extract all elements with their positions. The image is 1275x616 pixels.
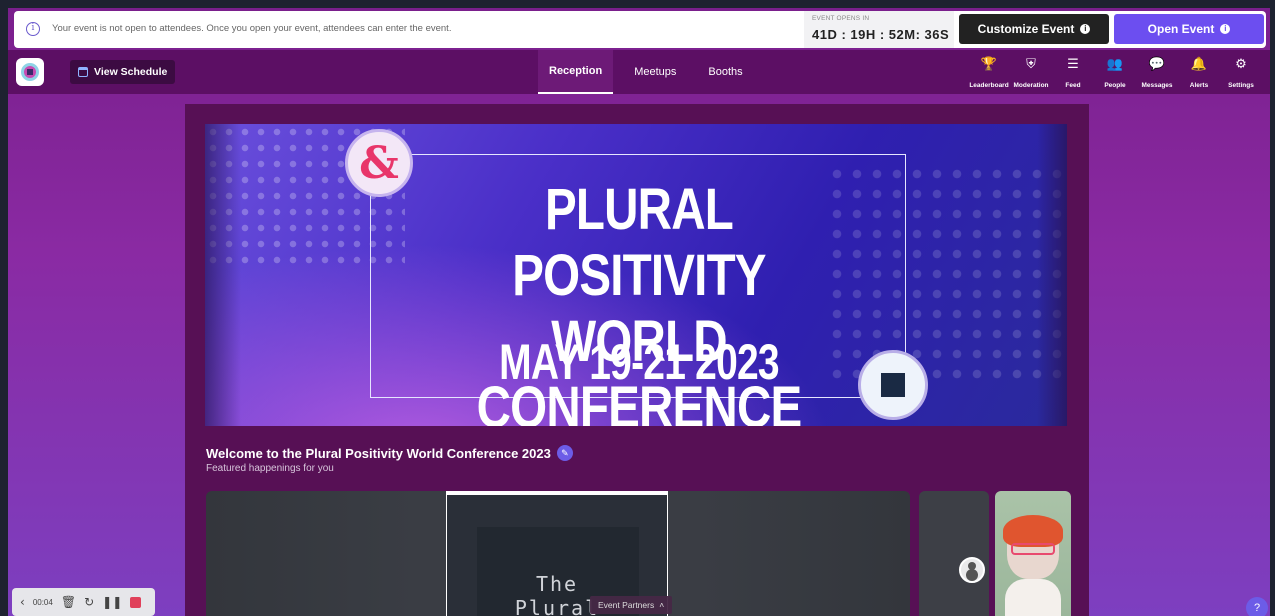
featured-video-main[interactable]: The Plural Event Partners ˄	[206, 491, 910, 616]
info-icon: i	[1220, 24, 1231, 34]
nav-leaderboard[interactable]: 🏆 Leaderboard	[968, 56, 1010, 89]
shield-icon: ⛨	[1026, 57, 1036, 72]
feed-icon: ☰	[1067, 57, 1079, 72]
help-icon[interactable]: ?	[1246, 597, 1268, 616]
banner-title-line1: PLURAL POSITIVITY	[512, 177, 766, 308]
edit-icon[interactable]: ✎	[556, 445, 573, 461]
customize-event-button[interactable]: Customize Event i	[959, 14, 1109, 44]
bell-icon: 🔔	[1190, 57, 1208, 72]
recording-toolbar: ‹ 00:04 🗑 ↻ ❚❚	[12, 588, 155, 616]
tab-booths[interactable]: Booths	[697, 50, 753, 94]
featured-video-tile[interactable]	[919, 491, 989, 616]
open-event-button[interactable]: Open Event i	[1114, 14, 1264, 44]
countdown-value: 41D : 19H : 52M: 36S	[812, 27, 950, 42]
welcome-title: Welcome to the Plural Positivity World C…	[206, 445, 551, 461]
restart-icon[interactable]: ↻	[84, 595, 94, 609]
app-frame: i Your event is not open to attendees. O…	[8, 8, 1270, 616]
nav-alerts-label: Alerts	[1189, 82, 1209, 89]
info-icon: i	[1080, 24, 1091, 34]
stop-icon[interactable]	[130, 596, 142, 608]
countdown-label: EVENT OPENS IN	[812, 15, 870, 22]
nav-people[interactable]: 👥 People	[1094, 56, 1136, 89]
event-partners-button[interactable]: Event Partners ˄	[590, 596, 673, 614]
banner-date: MAY 19-21 2023	[499, 334, 779, 390]
tab-reception[interactable]: Reception	[538, 50, 614, 94]
messages-icon: 💬	[1148, 57, 1166, 72]
nav-people-label: People	[1104, 82, 1126, 89]
trophy-icon: 🏆	[980, 57, 998, 72]
view-schedule-label: View Schedule	[94, 66, 168, 78]
event-countdown: EVENT OPENS IN 41D : 19H : 52M: 36S	[804, 11, 954, 48]
open-event-label: Open Event	[1147, 22, 1215, 36]
event-banner: PLURAL POSITIVITY WORLD CONFERENCE MAY 1…	[205, 124, 1067, 426]
plural-association-logo	[858, 350, 928, 420]
nav-alerts[interactable]: 🔔 Alerts	[1178, 56, 1220, 89]
reception-panel: PLURAL POSITIVITY WORLD CONFERENCE MAY 1…	[185, 104, 1089, 616]
nav-feed-label: Feed	[1065, 82, 1081, 89]
nav-feed[interactable]: ☰ Feed	[1052, 56, 1094, 89]
event-tabs: Reception Meetups Booths	[538, 50, 754, 94]
recording-time: 00:04	[32, 597, 53, 607]
app-logo[interactable]	[16, 58, 44, 86]
featured-video-tile[interactable]	[995, 491, 1071, 616]
avatar	[959, 557, 985, 583]
banner-frame: PLURAL POSITIVITY WORLD CONFERENCE MAY 1…	[370, 154, 906, 426]
nav-settings[interactable]: ⚙ Settings	[1220, 56, 1262, 89]
nav-messages-label: Messages	[1141, 82, 1173, 89]
nav-settings-label: Settings	[1228, 82, 1254, 89]
info-icon: i	[26, 22, 40, 36]
event-status-message: Your event is not open to attendees. Onc…	[52, 23, 452, 34]
view-schedule-button[interactable]: View Schedule	[70, 60, 176, 84]
gear-icon: ⚙	[1235, 57, 1247, 72]
customize-event-label: Customize Event	[977, 22, 1075, 36]
calendar-icon	[78, 67, 88, 77]
chevron-left-icon[interactable]: ‹	[20, 595, 25, 609]
nav-leaderboard-label: Leaderboard	[969, 82, 1009, 89]
nav-icon-bar: 🏆 Leaderboard ⛨ Moderation ☰ Feed 👥 Peop…	[968, 56, 1262, 89]
chevron-up-icon: ˄	[659, 600, 665, 610]
event-partners-label: Event Partners	[598, 600, 655, 610]
event-status-bar: i Your event is not open to attendees. O…	[14, 11, 1266, 48]
top-navigation: View Schedule Reception Meetups Booths 🏆…	[8, 50, 1270, 94]
plural-events-logo: &	[345, 129, 413, 197]
pause-icon[interactable]: ❚❚	[102, 595, 122, 609]
trash-icon[interactable]: 🗑	[61, 595, 76, 609]
nav-moderation-label: Moderation	[1013, 82, 1049, 89]
tab-meetups[interactable]: Meetups	[623, 50, 687, 94]
people-icon: 👥	[1106, 57, 1124, 72]
video-text-the: The	[535, 572, 579, 596]
nav-messages[interactable]: 💬 Messages	[1136, 56, 1178, 89]
nav-moderation[interactable]: ⛨ Moderation	[1010, 56, 1052, 89]
welcome-subtitle: Featured happenings for you	[206, 463, 334, 474]
welcome-heading: Welcome to the Plural Positivity World C…	[206, 445, 573, 461]
